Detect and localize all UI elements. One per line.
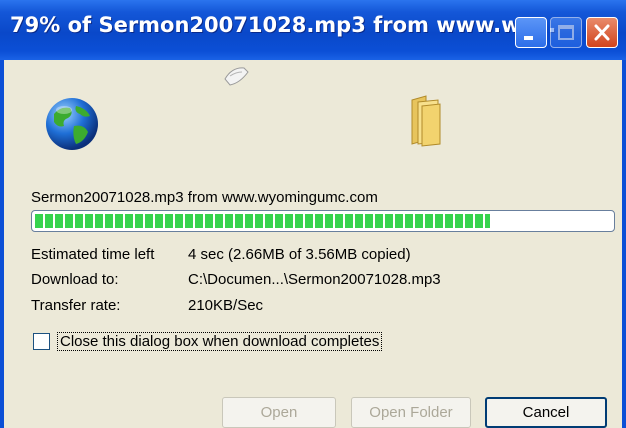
estimated-time-label: Estimated time left xyxy=(31,246,155,263)
open-folder-button-label: Open Folder xyxy=(369,404,453,421)
estimated-time-value: 4 sec (2.66MB of 3.56MB copied) xyxy=(188,246,411,263)
maximize-icon xyxy=(558,25,574,40)
download-progress-bar xyxy=(31,210,615,232)
cancel-button-label: Cancel xyxy=(522,404,570,421)
open-button-label: Open xyxy=(260,404,298,421)
close-when-complete-label[interactable]: Close this dialog box when download comp… xyxy=(57,332,383,351)
open-folder-button[interactable]: Open Folder xyxy=(351,397,471,428)
download-to-label: Download to: xyxy=(31,271,119,288)
download-to-value: C:\Documen...\Sermon20071028.mp3 xyxy=(188,271,441,288)
close-button[interactable] xyxy=(586,17,618,48)
download-dialog: 79% of Sermon20071028.mp3 from www.wy... xyxy=(0,0,626,428)
progress-fill xyxy=(35,214,491,228)
title-bar[interactable]: 79% of Sermon20071028.mp3 from www.wy... xyxy=(0,0,626,60)
folder-icon xyxy=(411,95,441,147)
minimize-button[interactable] xyxy=(515,17,547,48)
transfer-rate-label: Transfer rate: xyxy=(31,297,121,314)
minimize-icon xyxy=(524,36,533,40)
maximize-button[interactable] xyxy=(550,17,582,48)
cancel-button[interactable]: Cancel xyxy=(485,397,607,428)
window-frame-left xyxy=(0,60,4,428)
window-frame-right xyxy=(622,60,626,428)
transfer-rate-value: 210KB/Sec xyxy=(188,297,264,314)
open-button[interactable]: Open xyxy=(222,397,336,428)
globe-icon xyxy=(46,98,98,150)
download-source: Sermon20071028.mp3 from www.wyomingumc.c… xyxy=(31,189,378,206)
flying-paper-icon xyxy=(224,67,249,86)
close-icon xyxy=(594,24,610,41)
window-title: 79% of Sermon20071028.mp3 from www.wy... xyxy=(10,13,557,37)
close-when-complete-checkbox[interactable] xyxy=(33,333,50,350)
